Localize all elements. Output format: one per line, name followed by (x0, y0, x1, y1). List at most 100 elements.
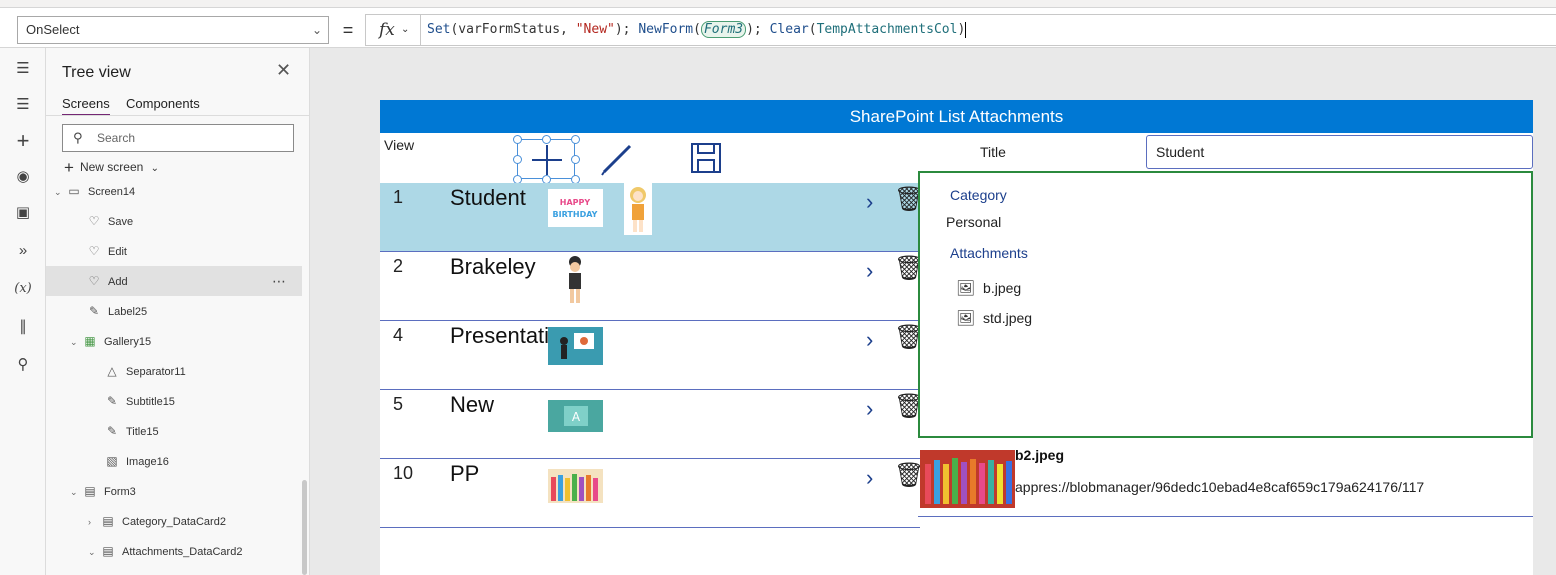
tree-node-title15[interactable]: ✎ Title15 (46, 416, 302, 446)
search-icon: ⚲ (73, 130, 83, 145)
row-title: Brakeley (450, 254, 536, 279)
tree-node-save[interactable]: ♡ Save (46, 206, 302, 236)
row-number: 5 (393, 394, 404, 414)
attachment-item[interactable]: 🖼 std.jpeg (956, 309, 1032, 327)
form3: Category Personal Attachments 🖼 b.jpeg 🖼 s… (918, 171, 1533, 438)
fx-button[interactable]: fx ⌄ (365, 14, 420, 46)
chevron-right-icon[interactable]: › (866, 327, 873, 353)
tree-node-label: Subtitle15 (126, 396, 175, 408)
row-title: PP (450, 461, 480, 486)
icon-control-icon: ♡ (88, 244, 100, 258)
row-thumbnail (548, 327, 603, 365)
row-title: Presentati (450, 323, 548, 348)
tree-node-label: Label25 (108, 306, 148, 318)
row-number: 1 (393, 187, 404, 207)
image-file-icon: 🖼 (956, 310, 976, 327)
app-screen: SharePoint List Attachments View 1 Stude… (380, 100, 1556, 575)
chevron-down-icon: ⌄ (401, 24, 410, 35)
title-input[interactable]: Student (1146, 135, 1533, 169)
image-icon: ▧ (106, 454, 118, 468)
selection-handle[interactable] (513, 155, 522, 164)
attachment-item[interactable]: 🖼 b.jpeg (956, 279, 1021, 297)
tree-node-gallery15[interactable]: ⌄ ▦ Gallery15 (46, 326, 302, 356)
plus-icon (532, 145, 562, 175)
formula-token: Clear (769, 22, 809, 37)
tree-node-label25[interactable]: ✎ Label25 (46, 296, 302, 326)
add-button[interactable] (513, 135, 580, 184)
gallery-row[interactable]: 2 Brakeley › 🗑 (380, 252, 924, 321)
chevron-down-icon: ⌄ (54, 187, 62, 197)
tree-node-image16[interactable]: ▧ Image16 (46, 446, 302, 476)
row-thumbnail (548, 469, 603, 503)
new-screen-button[interactable]: + New screen ⌄ (64, 158, 159, 178)
row-number: 10 (393, 463, 414, 483)
property-dropdown-value: OnSelect (26, 22, 80, 37)
more-options-icon[interactable]: ⋯ (272, 266, 287, 296)
shape-icon: △ (107, 364, 117, 378)
selection-handle[interactable] (513, 135, 522, 144)
chevron-right-icon[interactable]: › (866, 465, 873, 491)
tree-node-label: Separator11 (126, 366, 186, 378)
tree-node-edit[interactable]: ♡ Edit (46, 236, 302, 266)
formula-token: NewForm (638, 22, 694, 37)
row-title: Student (450, 185, 526, 210)
gallery-row[interactable]: 4 Presentati › 🗑 (380, 321, 924, 390)
save-disk-icon (691, 143, 721, 173)
save-button[interactable] (690, 142, 722, 181)
gallery-row[interactable]: 1 Student HAPPY BIRTHDAY › 🗑 (380, 183, 924, 252)
formula-token: ( (693, 22, 701, 37)
row-number: 2 (393, 256, 404, 276)
tree-node-label: Category_DataCard2 (122, 516, 226, 528)
row-number: 4 (393, 325, 404, 345)
attachment-preview-row[interactable]: b2.jpeg appres://blobmanager/96dedc10eba… (918, 447, 1533, 517)
attachment-url: appres://blobmanager/96dedc10ebad4e8caf6… (1015, 479, 1425, 495)
tree-node-label: Save (108, 216, 134, 228)
tree-node-category-datacard2[interactable]: › ▤ Category_DataCard2 (46, 506, 302, 536)
tree-node-screen14[interactable]: ⌄ ▭ Screen14 (46, 176, 302, 206)
tree-node-separator11[interactable]: △ Separator11 (46, 356, 302, 386)
selection-handle[interactable] (571, 155, 580, 164)
tab-components[interactable]: Components (126, 96, 200, 111)
hamburger-menu-icon[interactable]: ☰ (10, 56, 36, 82)
gallery-row[interactable]: 10 PP › 🗑 (380, 459, 924, 528)
left-rail: ☰ ☰ + ◉ ▣ » (x) ∥ ⚲ (0, 48, 46, 575)
insert-plus-icon[interactable]: + (10, 128, 36, 154)
data-cylinder-icon[interactable]: ◉ (10, 164, 36, 190)
label-edit-icon: ✎ (106, 394, 118, 408)
property-dropdown[interactable]: OnSelect ⌄ (17, 16, 329, 44)
advanced-tools-icon[interactable]: ∥ (10, 314, 36, 340)
chevron-right-icon[interactable]: › (866, 258, 873, 284)
variables-icon[interactable]: (x) (10, 276, 36, 302)
chevron-right-icon[interactable]: › (866, 396, 873, 422)
selection-handle[interactable] (542, 135, 551, 144)
tree-node-attachments-datacard2[interactable]: ⌄ ▤ Attachments_DataCard2 (46, 536, 302, 566)
tab-screens[interactable]: Screens (62, 96, 110, 116)
icon-control-icon: ♡ (88, 214, 100, 228)
tree-node-label: Form3 (104, 486, 136, 498)
tree-node-add[interactable]: ♡ Add ⋯ (46, 266, 302, 296)
search-input[interactable]: ⚲ Search (62, 124, 294, 152)
formula-token: ); (746, 22, 770, 37)
selection-handle[interactable] (571, 135, 580, 144)
tree-scrollbar[interactable] (302, 480, 307, 575)
tree-node-form3[interactable]: ⌄ ▤ Form3 (46, 476, 302, 506)
fx-icon: fx (379, 20, 395, 40)
image-file-icon: 🖼 (956, 280, 976, 297)
formula-token: Form3 (700, 21, 747, 38)
pencil-icon (601, 144, 632, 176)
search-icon[interactable]: ⚲ (10, 352, 36, 378)
formula-token: ) (957, 22, 966, 37)
chevron-right-icon[interactable]: › (866, 189, 873, 215)
power-automate-icon[interactable]: » (10, 238, 36, 264)
edit-button[interactable] (600, 140, 634, 183)
media-icon[interactable]: ▣ (10, 200, 36, 226)
app-header: SharePoint List Attachments (380, 100, 1533, 133)
equals-sign: = (342, 20, 354, 40)
tree-node-subtitle15[interactable]: ✎ Subtitle15 (46, 386, 302, 416)
close-icon[interactable]: ✕ (276, 60, 291, 81)
text-caret (965, 21, 967, 38)
layers-icon[interactable]: ☰ (10, 92, 36, 118)
svg-text:BIRTHDAY: BIRTHDAY (553, 210, 598, 219)
gallery-row[interactable]: 5 New A › 🗑 (380, 390, 924, 459)
formula-input[interactable]: Set(varFormStatus, "New"); NewForm(Form3… (420, 14, 1556, 46)
